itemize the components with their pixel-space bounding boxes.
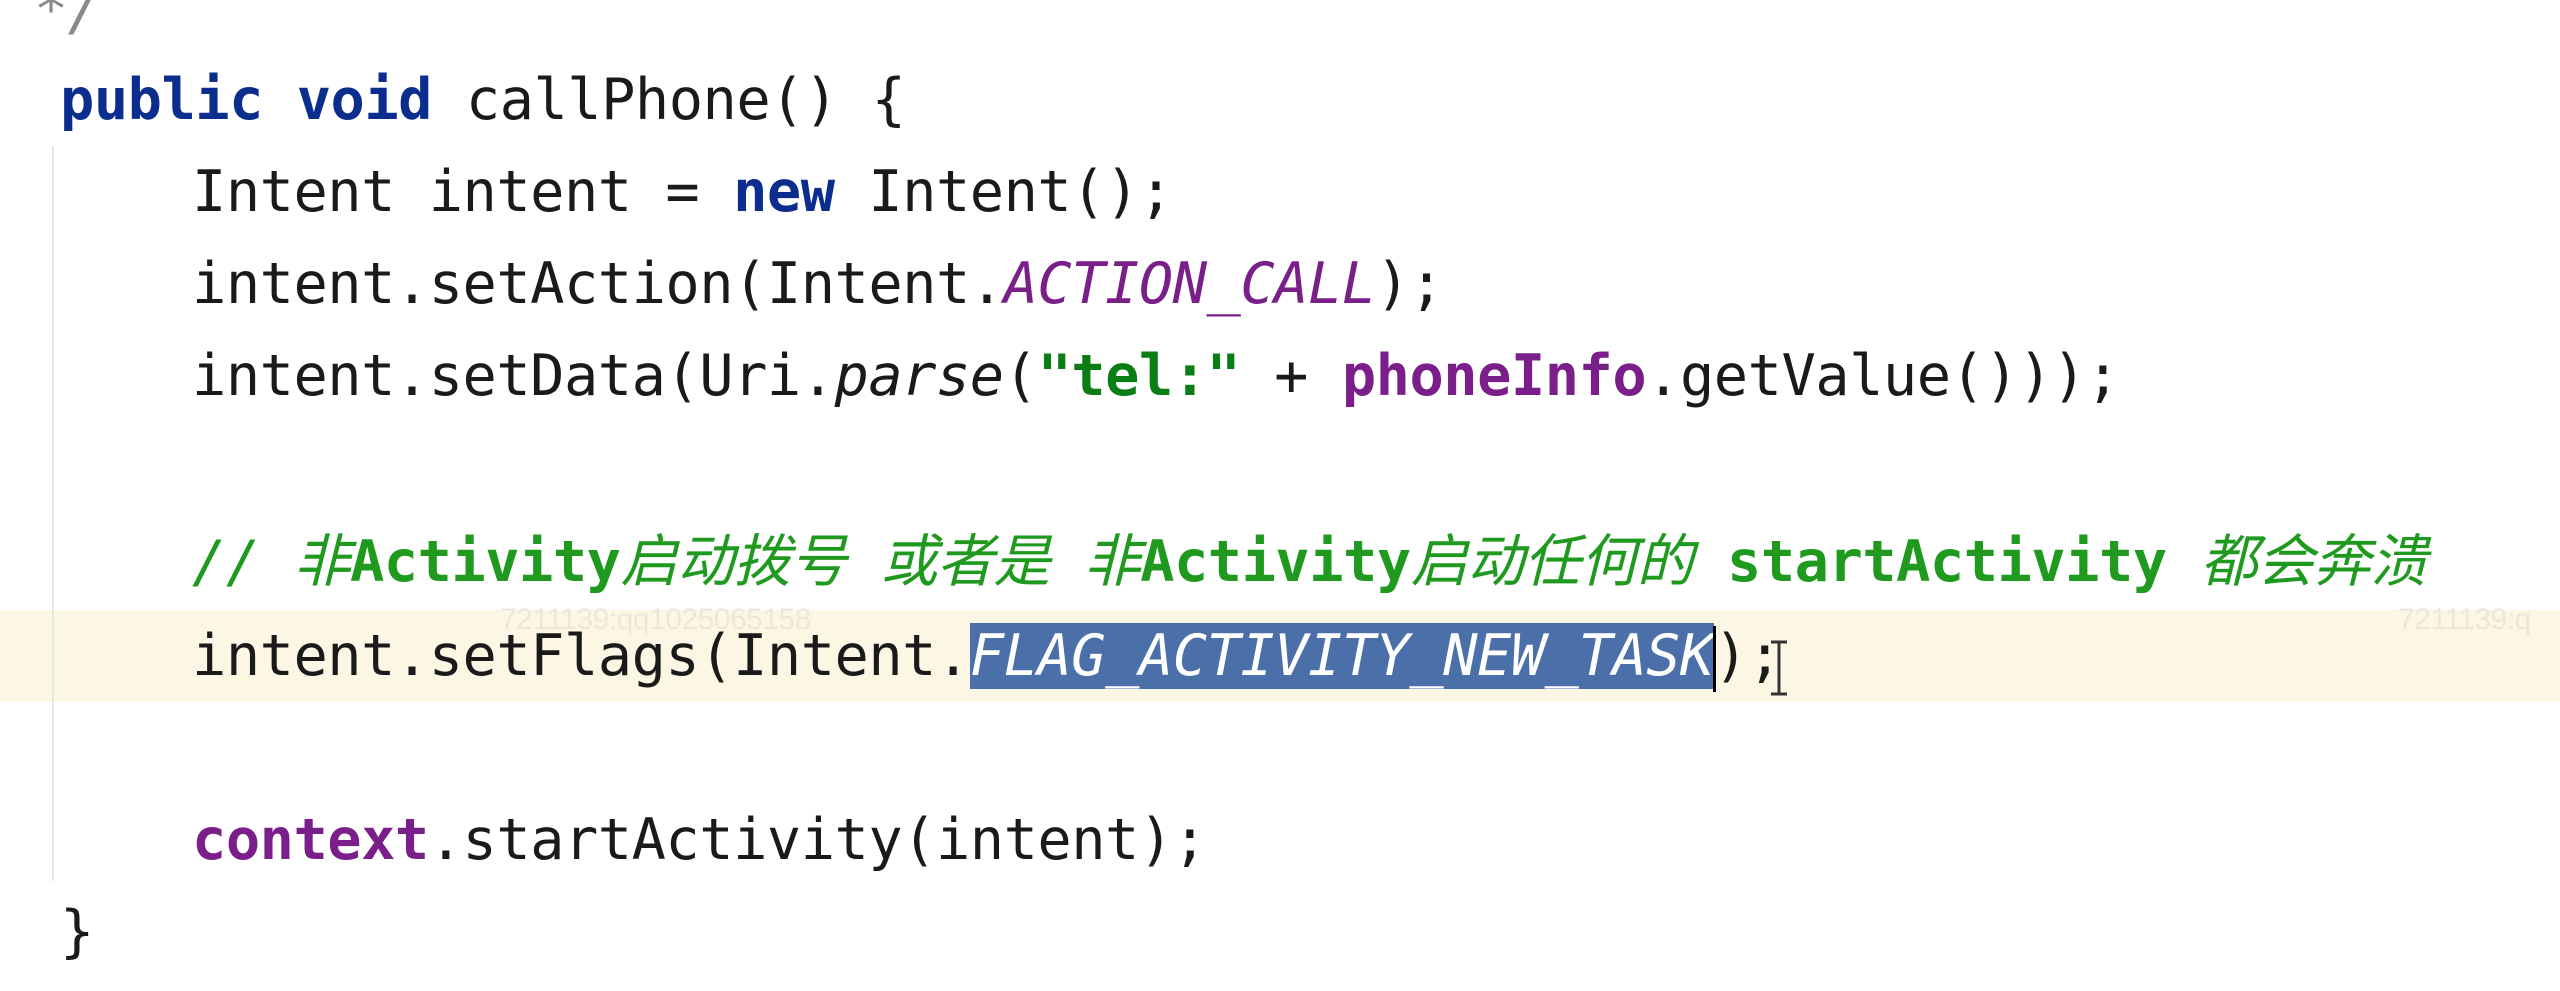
context-field: context	[192, 807, 429, 873]
plus-operator: +	[1240, 343, 1342, 409]
code-editor[interactable]: 7211139:qq1025065158 7211139:q */ public…	[0, 0, 2560, 991]
watermark-right: 7211139:q	[2398, 603, 2531, 636]
comment-part-5: 启动任何的	[1410, 529, 1728, 595]
code-line-intent-declaration[interactable]: Intent intent = new Intent();	[192, 146, 1173, 238]
method-signature-line[interactable]: public void callPhone() {	[60, 54, 906, 146]
comment-part-1: 非	[293, 529, 350, 595]
set-data-prefix: intent.setData(Uri.	[192, 343, 835, 409]
set-data-suffix: .getValue()));	[1646, 343, 2120, 409]
closing-brace: }	[60, 899, 94, 965]
selected-flag-constant[interactable]: FLAG_ACTIVITY_NEW_TASK	[969, 623, 1714, 689]
indent-guide	[52, 146, 54, 881]
start-activity-call: .startActivity(intent);	[428, 807, 1207, 873]
phone-info-field: phoneInfo	[1341, 343, 1647, 409]
set-action-suffix: );	[1375, 251, 1444, 317]
set-flags-prefix: intent.setFlags(Intent.	[192, 623, 970, 689]
code-line-set-flags[interactable]: intent.setFlags(Intent.FLAG_ACTIVITY_NEW…	[192, 610, 1782, 702]
comment-part-2: Activity	[349, 529, 621, 595]
doc-comment-end[interactable]: */	[0, 0, 102, 56]
code-line-start-activity[interactable]: context.startActivity(intent);	[192, 794, 1207, 886]
comment-part-7: 都会奔溃	[2166, 529, 2427, 595]
open-paren: (	[1003, 343, 1038, 409]
action-call-constant: ACTION_CALL	[1003, 251, 1377, 317]
text-cursor-icon	[1771, 640, 1787, 696]
set-action-prefix: intent.setAction(Intent.	[192, 251, 1004, 317]
void-keyword: void	[296, 67, 433, 133]
comment-slashes: //	[192, 529, 294, 595]
comment-part-4: Activity	[1140, 529, 1411, 595]
intent-constructor-text: Intent();	[834, 159, 1173, 225]
doc-comment-text: */	[0, 0, 102, 43]
parse-method: parse	[834, 343, 1005, 409]
new-keyword: new	[733, 159, 835, 225]
comment-part-3: 启动拨号 或者是 非	[620, 529, 1141, 595]
closing-brace-line[interactable]: }	[60, 886, 94, 978]
public-keyword: public	[60, 67, 263, 133]
tel-string-literal: "tel:"	[1037, 343, 1241, 409]
intent-declaration-text: Intent intent =	[192, 159, 734, 225]
code-line-comment[interactable]: // 非Activity启动拨号 或者是 非Activity启动任何的 star…	[192, 516, 2427, 608]
code-line-set-data[interactable]: intent.setData(Uri.parse("tel:" + phoneI…	[192, 330, 2120, 422]
code-line-set-action[interactable]: intent.setAction(Intent.ACTION_CALL);	[192, 238, 1444, 330]
comment-part-6: startActivity	[1727, 529, 2167, 595]
method-name: callPhone() {	[432, 67, 906, 133]
